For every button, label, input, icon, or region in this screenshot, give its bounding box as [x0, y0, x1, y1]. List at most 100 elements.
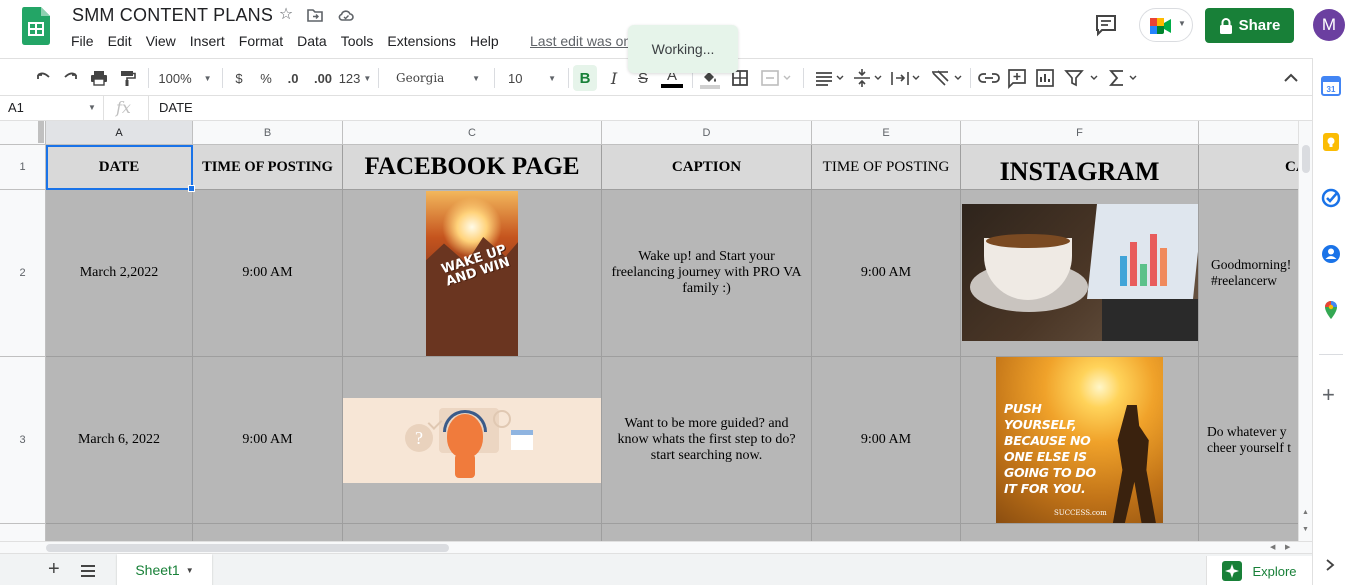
column-header-e[interactable]: E — [812, 121, 961, 145]
vertical-scroll-thumb[interactable] — [1302, 145, 1310, 173]
text-wrapping-icon[interactable] — [888, 65, 922, 91]
insert-comment-icon[interactable] — [1005, 65, 1029, 91]
maps-app-icon[interactable] — [1321, 300, 1341, 320]
cell-d1[interactable]: CAPTION — [602, 145, 812, 190]
all-sheets-icon[interactable] — [80, 564, 96, 578]
increase-decimal-button[interactable]: .00 — [310, 65, 336, 91]
font-family-select[interactable]: Georgia ▼ — [388, 65, 488, 91]
column-header-d[interactable]: D — [602, 121, 812, 145]
column-header-b[interactable]: B — [193, 121, 343, 145]
column-header-a[interactable]: A — [46, 121, 193, 145]
formula-input[interactable]: DATE — [148, 96, 203, 120]
cell-c2[interactable]: WAKE UP AND WIN — [343, 190, 602, 357]
cell-g3[interactable]: Do whatever y cheer yourself t — [1199, 357, 1300, 524]
cell-a4[interactable] — [46, 524, 193, 541]
sheet-tab-caret-icon[interactable]: ▼ — [186, 566, 194, 575]
cell-e4[interactable] — [812, 524, 961, 541]
cell-c4[interactable] — [343, 524, 602, 541]
menu-extensions[interactable]: Extensions — [380, 31, 462, 51]
sheets-logo-icon[interactable] — [22, 7, 50, 45]
expand-side-panel-icon[interactable] — [1325, 558, 1335, 572]
guided-illustration-image[interactable]: ? — [343, 397, 601, 483]
menu-data[interactable]: Data — [290, 31, 334, 51]
scroll-down-icon[interactable]: ▼ — [1302, 526, 1309, 533]
cell-g1[interactable]: CAP — [1199, 145, 1300, 190]
menu-edit[interactable]: Edit — [101, 31, 139, 51]
get-addons-icon[interactable]: + — [1322, 384, 1335, 406]
menu-insert[interactable]: Insert — [183, 31, 232, 51]
decrease-decimal-button[interactable]: .0 — [282, 65, 304, 91]
vertical-align-icon[interactable] — [850, 65, 884, 91]
calendar-app-icon[interactable]: 31 — [1321, 76, 1341, 96]
filter-icon[interactable] — [1062, 65, 1102, 91]
cell-d3[interactable]: Want to be more guided? and know whats t… — [602, 357, 812, 524]
menu-file[interactable]: File — [64, 31, 101, 51]
column-header-g[interactable] — [1199, 121, 1300, 145]
cell-b2[interactable]: 9:00 AM — [193, 190, 343, 357]
cell-a1[interactable]: DATE — [46, 145, 193, 190]
scroll-right-icon[interactable]: ▶ — [1285, 543, 1290, 551]
sheet-tab-sheet1[interactable]: Sheet1 ▼ — [117, 554, 212, 585]
row-header-3[interactable]: 3 — [0, 357, 46, 524]
bold-button[interactable]: B — [573, 65, 597, 91]
font-size-select[interactable]: 10 ▼ — [502, 65, 562, 91]
cell-f2[interactable] — [961, 190, 1199, 357]
share-button[interactable]: Share — [1205, 8, 1294, 43]
number-format-select[interactable]: 123 ▼ — [338, 65, 372, 91]
cell-g4[interactable] — [1199, 524, 1300, 541]
fill-handle[interactable] — [188, 185, 195, 192]
merge-cells-icon[interactable] — [758, 65, 792, 91]
paint-format-icon[interactable] — [116, 65, 138, 91]
cell-c3[interactable]: ? — [343, 357, 602, 524]
insert-chart-icon[interactable] — [1033, 65, 1057, 91]
cell-a2[interactable]: March 2,2022 — [46, 190, 193, 357]
meet-button[interactable]: ▼ — [1139, 8, 1193, 42]
cell-e3[interactable]: 9:00 AM — [812, 357, 961, 524]
row-header-1[interactable]: 1 — [0, 145, 46, 190]
cell-f1[interactable]: INSTAGRAM — [961, 145, 1199, 190]
select-all-corner[interactable] — [0, 121, 46, 145]
tasks-app-icon[interactable] — [1321, 188, 1341, 208]
cell-b1[interactable]: TIME OF POSTING — [193, 145, 343, 190]
menu-view[interactable]: View — [139, 31, 183, 51]
menu-tools[interactable]: Tools — [334, 31, 381, 51]
collapse-menus-icon[interactable] — [1280, 65, 1302, 91]
cell-d2[interactable]: Wake up! and Start your freelancing jour… — [602, 190, 812, 357]
percent-format-button[interactable]: % — [257, 65, 275, 91]
cell-b4[interactable] — [193, 524, 343, 541]
contacts-app-icon[interactable] — [1321, 244, 1341, 264]
scroll-left-icon[interactable]: ◀ — [1270, 543, 1275, 551]
cell-g2[interactable]: Goodmorning! #reelancerw — [1199, 190, 1300, 357]
row-header-2[interactable]: 2 — [0, 190, 46, 357]
row-header-4[interactable] — [0, 524, 46, 541]
spreadsheet-grid[interactable]: A B C D E F 1 2 3 DATE TIME OF POSTING F… — [0, 121, 1300, 541]
cell-f3[interactable]: PUSH YOURSELF, BECAUSE NO ONE ELSE IS GO… — [961, 357, 1199, 524]
cell-b3[interactable]: 9:00 AM — [193, 357, 343, 524]
vertical-scrollbar[interactable]: ▲ ▼ — [1298, 121, 1312, 541]
horizontal-align-icon[interactable] — [812, 65, 846, 91]
undo-icon[interactable] — [32, 65, 54, 91]
cell-c1[interactable]: FACEBOOK PAGE — [343, 145, 602, 190]
star-icon[interactable]: ☆ — [277, 6, 295, 24]
cell-e1[interactable]: TIME OF POSTING — [812, 145, 961, 190]
push-yourself-image[interactable]: PUSH YOURSELF, BECAUSE NO ONE ELSE IS GO… — [996, 357, 1163, 523]
cell-f4[interactable] — [961, 524, 1199, 541]
italic-button[interactable]: I — [602, 65, 626, 91]
keep-app-icon[interactable] — [1321, 132, 1341, 152]
currency-format-button[interactable]: $ — [230, 65, 248, 91]
wake-up-win-image[interactable]: WAKE UP AND WIN — [426, 190, 518, 356]
document-title[interactable]: SMM CONTENT PLANS — [72, 5, 273, 26]
cloud-status-icon[interactable] — [337, 6, 355, 24]
column-header-c[interactable]: C — [343, 121, 602, 145]
scroll-up-icon[interactable]: ▲ — [1302, 509, 1309, 516]
account-avatar[interactable]: M — [1313, 9, 1345, 41]
print-icon[interactable] — [88, 65, 110, 91]
cell-d4[interactable] — [602, 524, 812, 541]
redo-icon[interactable] — [60, 65, 82, 91]
cell-a3[interactable]: March 6, 2022 — [46, 357, 193, 524]
insert-link-icon[interactable] — [977, 65, 1001, 91]
zoom-select[interactable]: 100% ▼ — [154, 65, 216, 91]
move-folder-icon[interactable] — [306, 6, 324, 24]
horizontal-scrollbar[interactable]: ◀ ▶ — [0, 541, 1312, 553]
menu-format[interactable]: Format — [232, 31, 290, 51]
